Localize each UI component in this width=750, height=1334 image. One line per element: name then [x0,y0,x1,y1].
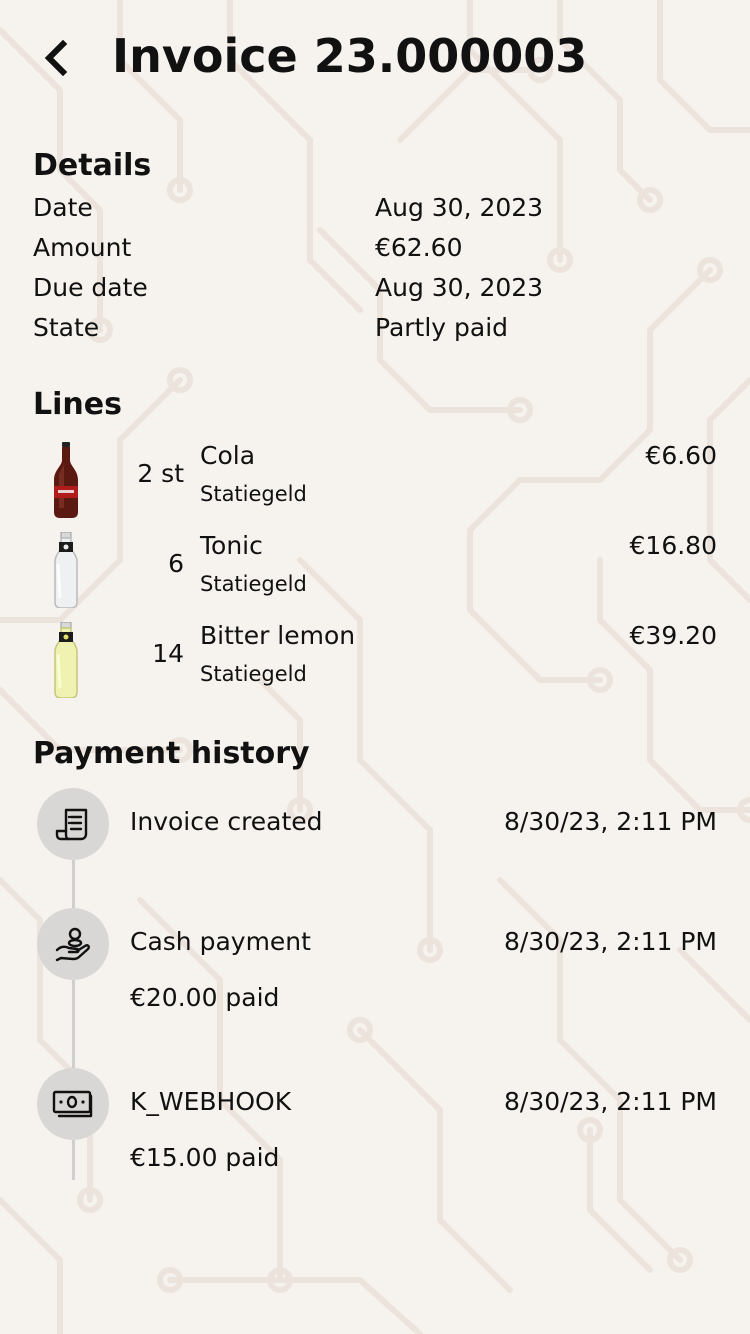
line-price: €6.60 [645,441,717,470]
line-price: €16.80 [629,531,717,560]
line-qty: 14 [152,639,184,668]
chevron-left-icon [44,40,68,76]
line-qty: 2 st [137,459,184,488]
detail-label-due-date: Due date [33,273,148,302]
history-event-time: 8/30/23, 2:11 PM [503,1087,717,1116]
history-event-amount: €20.00 paid [130,983,280,1012]
bitter-lemon-bottle-icon [54,622,78,698]
detail-label-amount: Amount [33,233,132,262]
details-heading: Details [33,148,152,183]
detail-value-date: Aug 30, 2023 [375,193,544,222]
detail-value-amount: €62.60 [375,233,463,262]
line-deposit-label: Statiegeld [200,572,307,596]
tonic-bottle-icon [54,532,78,608]
history-event-title: Invoice created [130,807,323,836]
banknote-icon [37,1068,109,1140]
line-name: Tonic [200,531,263,560]
line-price: €39.20 [629,621,717,650]
cash-hand-icon [37,908,109,980]
payment-history-heading: Payment history [33,736,310,771]
lines-heading: Lines [33,387,122,422]
line-item-cola[interactable]: 2 st Cola Statiegeld €6.60 [0,440,750,524]
history-event-title: Cash payment [130,927,311,956]
line-qty: 6 [168,549,184,578]
receipt-icon [37,788,109,860]
line-item-tonic[interactable]: 6 Tonic Statiegeld €16.80 [0,530,750,614]
history-event-title: K_WEBHOOK [130,1087,292,1116]
history-event-time: 8/30/23, 2:11 PM [503,807,717,836]
line-name: Bitter lemon [200,621,356,650]
invoice-screen: Invoice 23.000003 Details Date Aug 30, 2… [0,0,750,1334]
detail-value-due-date: Aug 30, 2023 [375,273,544,302]
detail-label-date: Date [33,193,93,222]
cola-bottle-icon [54,442,78,518]
back-button[interactable] [28,28,84,88]
detail-value-state: Partly paid [375,313,509,342]
history-event-time: 8/30/23, 2:11 PM [503,927,717,956]
history-event-amount: €15.00 paid [130,1143,280,1172]
page-title: Invoice 23.000003 [112,29,588,83]
line-deposit-label: Statiegeld [200,662,307,686]
line-item-bitter-lemon[interactable]: 14 Bitter lemon Statiegeld €39.20 [0,620,750,704]
line-name: Cola [200,441,256,470]
detail-label-state: State [33,313,100,342]
line-deposit-label: Statiegeld [200,482,307,506]
